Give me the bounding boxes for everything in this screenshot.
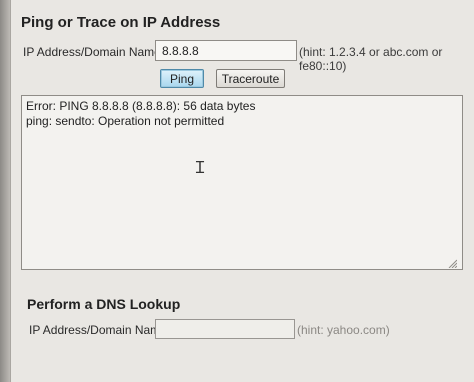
- output-line: Error: PING 8.8.8.8 (8.8.8.8): 56 data b…: [26, 99, 256, 113]
- network-tools-panel: Ping or Trace on IP Address IP Address/D…: [10, 0, 474, 382]
- ping-address-input[interactable]: [155, 40, 297, 61]
- dns-address-input[interactable]: [155, 319, 295, 339]
- resize-grip-icon[interactable]: [447, 258, 457, 268]
- traceroute-button[interactable]: Traceroute: [216, 69, 285, 88]
- ping-section-title: Ping or Trace on IP Address: [21, 14, 221, 31]
- ping-address-label: IP Address/Domain Name:: [23, 45, 165, 59]
- dns-address-label: IP Address/Domain Name:: [29, 323, 171, 337]
- text-cursor-icon: Ｉ: [192, 158, 209, 177]
- ping-output-textarea[interactable]: Error: PING 8.8.8.8 (8.8.8.8): 56 data b…: [21, 95, 463, 270]
- ping-button[interactable]: Ping: [160, 69, 204, 88]
- ping-address-hint: (hint: 1.2.3.4 or abc.com or fe80::10): [299, 45, 443, 73]
- dns-address-hint: (hint: yahoo.com): [297, 323, 390, 337]
- window-edge: [0, 0, 10, 382]
- screen: Ping or Trace on IP Address IP Address/D…: [0, 0, 474, 382]
- output-line: ping: sendto: Operation not permitted: [26, 114, 225, 128]
- dns-section-title: Perform a DNS Lookup: [27, 296, 181, 312]
